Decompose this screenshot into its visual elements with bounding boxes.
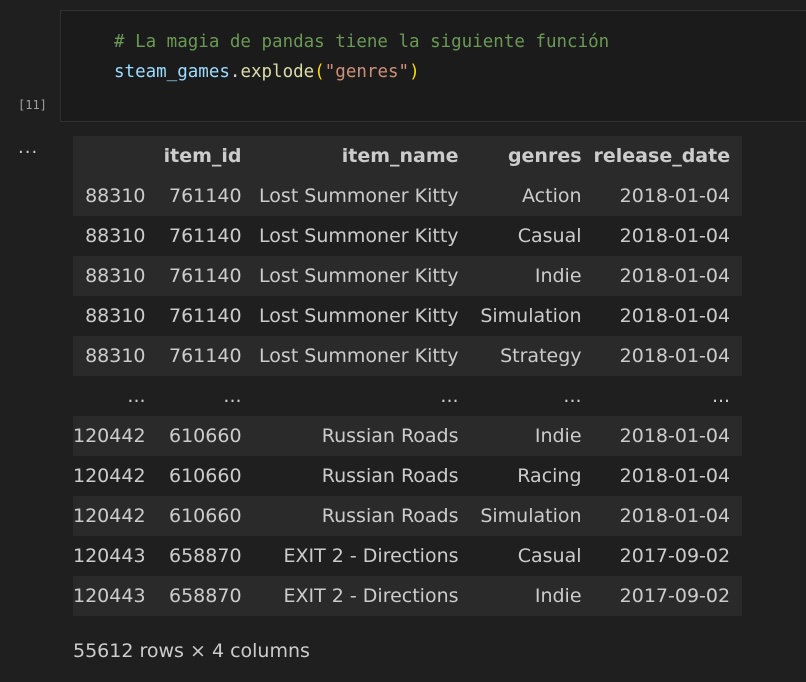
cell-release-date: 2018-01-04 <box>619 185 731 207</box>
cell-genres: Casual <box>517 545 582 567</box>
cell-item-name: Lost Summoner Kitty <box>259 265 459 287</box>
cell-item-name: Russian Roads <box>321 425 459 447</box>
cell-item-name: EXIT 2 - Directions <box>283 545 459 567</box>
cell-item-name: Lost Summoner Kitty <box>259 305 459 327</box>
cell-item-name: ... <box>440 385 459 407</box>
cell-item-id: 761140 <box>169 185 242 207</box>
cell-index: 88310 <box>85 265 146 287</box>
cell-item-name: Russian Roads <box>321 465 459 487</box>
cell-genres: Action <box>522 185 582 207</box>
cell-genres: Racing <box>517 465 582 487</box>
code-open-paren: ( <box>314 62 325 82</box>
code-line-call: steam_games.explode("genres") <box>114 60 420 84</box>
cell-release-date: 2018-01-04 <box>619 465 731 487</box>
cell-item-name: Lost Summoner Kitty <box>259 185 459 207</box>
cell-release-date: 2018-01-04 <box>619 225 731 247</box>
code-string: "genres" <box>324 62 410 82</box>
column-header-genres: genres <box>507 145 582 167</box>
table-row: 88310 761140 Lost Summoner Kitty Simulation… <box>73 296 743 336</box>
cell-index: 88310 <box>85 185 146 207</box>
notebook-page: [11] # La magia de pandas tiene la sigui… <box>0 0 806 682</box>
dataframe-table: item_id item_name genres release_date 88… <box>73 136 743 616</box>
cell-item-name: Russian Roads <box>321 505 459 527</box>
code-function: explode <box>240 62 315 82</box>
code-variable: steam_games <box>114 62 230 82</box>
cell-index: 120443 <box>73 585 146 607</box>
cell-genres: Simulation <box>480 505 582 527</box>
column-header-release-date: release_date <box>593 145 731 167</box>
column-header-item-name: item_name <box>341 145 459 167</box>
cell-release-date: 2017-09-02 <box>619 545 731 567</box>
cell-index: 88310 <box>85 225 146 247</box>
cell-genres: Indie <box>534 585 582 607</box>
dataframe-shape-note: 55612 rows × 4 columns <box>73 640 310 662</box>
cell-index: 120442 <box>73 425 146 447</box>
column-header-item-id: item_id <box>163 145 242 167</box>
code-close-paren: ) <box>409 62 420 82</box>
cell-release-date: 2017-09-02 <box>619 585 731 607</box>
table-row: 88310 761140 Lost Summoner Kitty Action 2018… <box>73 176 743 216</box>
cell-index: 120442 <box>73 505 146 527</box>
table-header-row: item_id item_name genres release_date <box>73 136 743 176</box>
cell-item-id: 610660 <box>169 465 242 487</box>
table-row: 120442 610660 Russian Roads Racing 2018-01-0… <box>73 456 743 496</box>
execution-count: [11] <box>18 98 47 112</box>
table-body: 88310 761140 Lost Summoner Kitty Action 2018… <box>73 176 743 616</box>
code-line-comment: # La magia de pandas tiene la siguiente … <box>114 30 609 54</box>
cell-index: 88310 <box>85 305 146 327</box>
cell-item-name: EXIT 2 - Directions <box>283 585 459 607</box>
table-row: 120442 610660 Russian Roads Indie 2018-01-04 <box>73 416 743 456</box>
table-row: 120443 658870 EXIT 2 - Directions Casual 201… <box>73 536 743 576</box>
cell-genres: Indie <box>534 265 582 287</box>
cell-release-date: 2018-01-04 <box>619 505 731 527</box>
cell-release-date: 2018-01-04 <box>619 425 731 447</box>
table-row: 88310 761140 Lost Summoner Kitty Indie 2018-… <box>73 256 743 296</box>
cell-genres: Indie <box>534 425 582 447</box>
cell-item-id: 761140 <box>169 345 242 367</box>
cell-item-id: 658870 <box>169 585 242 607</box>
cell-index: ... <box>127 385 146 407</box>
cell-index: 120443 <box>73 545 146 567</box>
cell-index: 120442 <box>73 465 146 487</box>
cell-index: 88310 <box>85 345 146 367</box>
table-row: 120443 658870 EXIT 2 - Directions Indie 2017… <box>73 576 743 616</box>
table-row: 120442 610660 Russian Roads Simulation 2018-… <box>73 496 743 536</box>
table-row: ............... <box>73 376 743 416</box>
cell-item-id: 610660 <box>169 505 242 527</box>
cell-item-name: Lost Summoner Kitty <box>259 225 459 247</box>
column-header-index <box>73 136 158 176</box>
cell-item-id: 761140 <box>169 265 242 287</box>
cell-item-id: 610660 <box>169 425 242 447</box>
cell-item-id: ... <box>223 385 242 407</box>
cell-release-date: 2018-01-04 <box>619 265 731 287</box>
cell-item-id: 761140 <box>169 225 242 247</box>
cell-item-id: 761140 <box>169 305 242 327</box>
cell-genres: Strategy <box>500 345 582 367</box>
cell-genres: Simulation <box>480 305 582 327</box>
cell-release-date: ... <box>711 385 731 407</box>
table-row: 88310 761140 Lost Summoner Kitty Strategy 20… <box>73 336 743 376</box>
cell-item-name: Lost Summoner Kitty <box>259 345 459 367</box>
output-more-actions-icon[interactable]: ... <box>18 138 38 158</box>
cell-genres: Casual <box>517 225 582 247</box>
cell-release-date: 2018-01-04 <box>619 305 731 327</box>
code-comment: # La magia de pandas tiene la siguiente … <box>114 32 610 52</box>
code-editor[interactable]: # La magia de pandas tiene la siguiente … <box>60 10 806 122</box>
cell-item-id: 658870 <box>169 545 242 567</box>
cell-genres: ... <box>563 385 582 407</box>
table-row: 88310 761140 Lost Summoner Kitty Casual 2018… <box>73 216 743 256</box>
cell-release-date: 2018-01-04 <box>619 345 731 367</box>
code-dot: . <box>229 62 241 82</box>
